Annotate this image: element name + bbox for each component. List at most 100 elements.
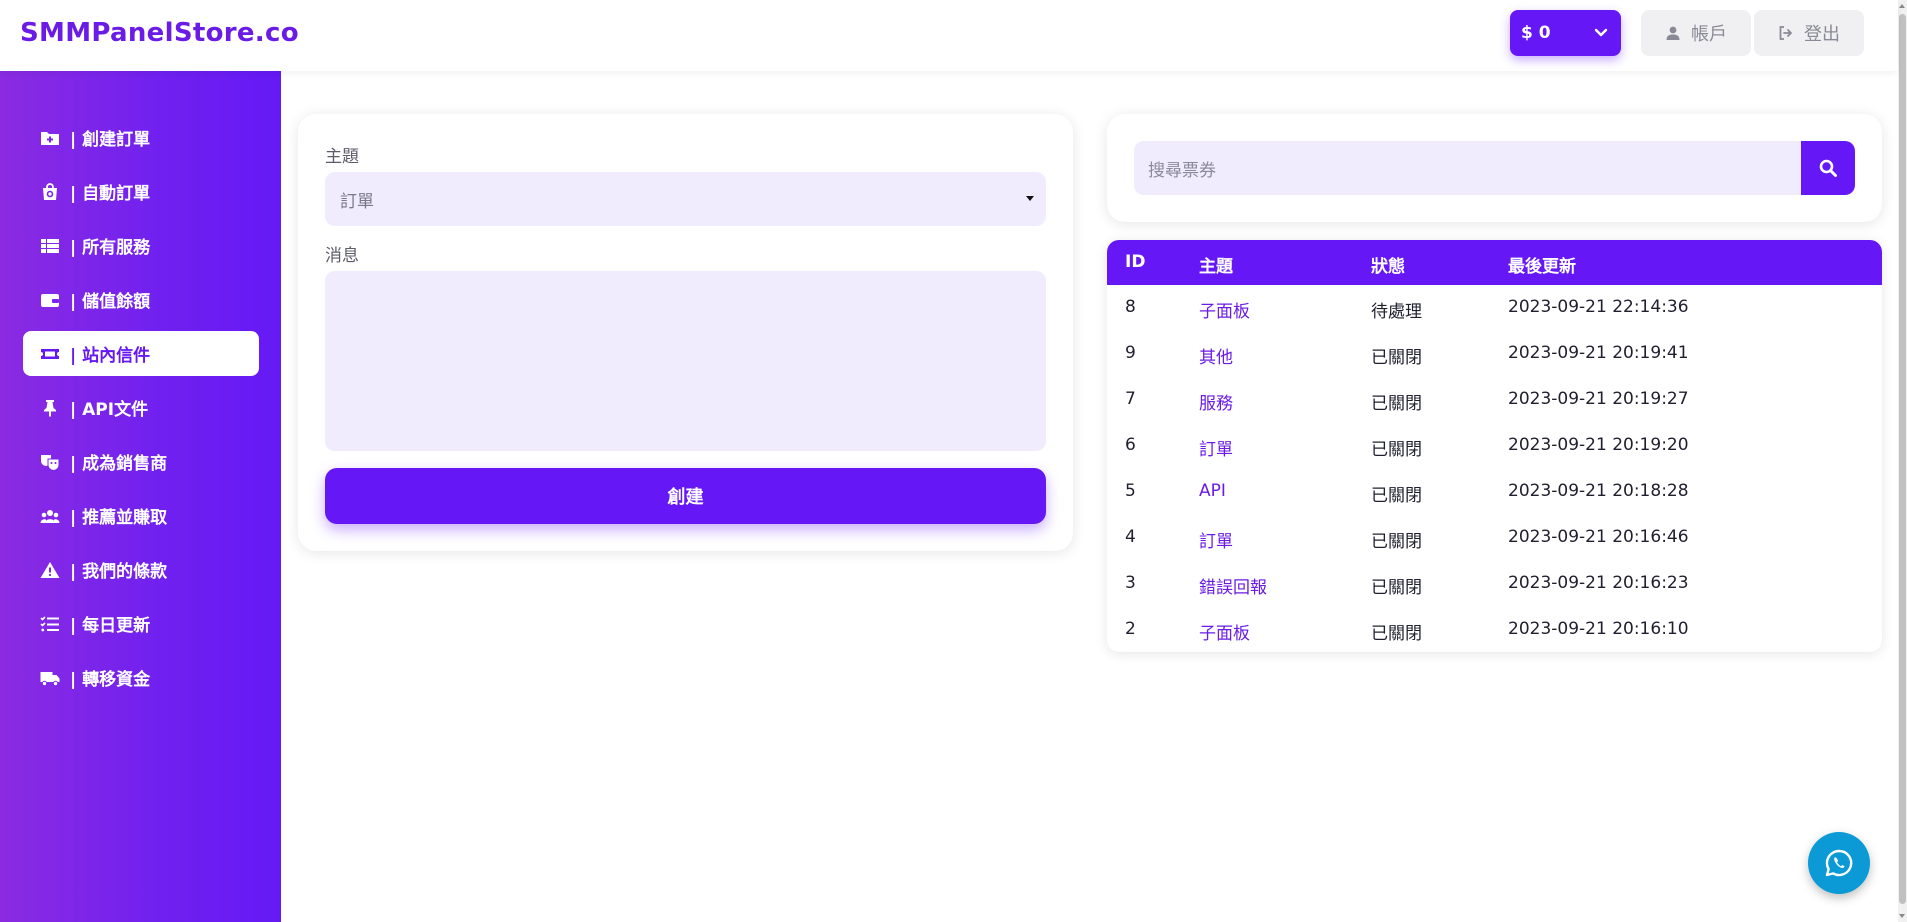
sidebar-item-label: | 站內信件 xyxy=(70,346,151,366)
scrollbar-thumb[interactable] xyxy=(1899,14,1906,904)
sidebar-item-label: | 我們的條款 xyxy=(70,562,168,582)
column-header-last-update: 最後更新 xyxy=(1508,257,1576,277)
sidebar-item-label: | 成為銷售商 xyxy=(70,454,168,474)
wallet-icon xyxy=(41,293,59,307)
ticket-status: 已關閉 xyxy=(1371,532,1422,552)
ticket-id: 6 xyxy=(1125,435,1136,455)
column-header-id: ID xyxy=(1125,252,1146,272)
account-label: 帳戶 xyxy=(1691,24,1727,45)
search-button[interactable] xyxy=(1801,141,1855,195)
sidebar-item-transfer-funds[interactable]: | 轉移資金 xyxy=(23,655,259,700)
sidebar-item-referral[interactable]: | 推薦並賺取 xyxy=(23,493,259,538)
ticket-last-update: 2023-09-21 20:16:23 xyxy=(1508,573,1689,593)
caret-down-icon xyxy=(1026,196,1034,201)
user-icon xyxy=(1666,26,1680,40)
table-row[interactable]: 2 子面板 已關閉 2023-09-21 20:16:10 xyxy=(1107,607,1882,652)
truck-icon xyxy=(40,671,60,686)
ticket-icon xyxy=(41,348,59,359)
sign-out-icon xyxy=(1779,26,1792,40)
list-check-icon xyxy=(40,615,59,631)
brand-logo[interactable]: SMMPanelStore.co xyxy=(20,18,299,48)
ticket-id: 5 xyxy=(1125,481,1136,501)
subject-label: 主題 xyxy=(325,147,359,167)
ticket-last-update: 2023-09-21 22:14:36 xyxy=(1508,297,1689,317)
ticket-status: 已關閉 xyxy=(1371,578,1422,598)
ticket-last-update: 2023-09-21 20:19:20 xyxy=(1508,435,1689,455)
account-button[interactable]: 帳戶 xyxy=(1641,10,1751,56)
balance-dropdown[interactable]: $ 0 xyxy=(1510,10,1621,56)
table-row[interactable]: 6 訂單 已關閉 2023-09-21 20:19:20 xyxy=(1107,423,1882,469)
create-ticket-button[interactable]: 創建 xyxy=(325,468,1046,524)
shopping-bag-icon xyxy=(43,182,57,200)
ticket-last-update: 2023-09-21 20:16:46 xyxy=(1508,527,1689,547)
chevron-down-icon xyxy=(1594,28,1608,37)
table-header: ID 主題 狀態 最後更新 xyxy=(1107,240,1882,285)
table-row[interactable]: 4 訂單 已關閉 2023-09-21 20:16:46 xyxy=(1107,515,1882,561)
ticket-subject-link[interactable]: 錯誤回報 xyxy=(1199,573,1267,598)
pin-icon xyxy=(44,399,56,416)
masks-icon xyxy=(41,454,60,471)
table-icon xyxy=(41,238,59,253)
message-textarea[interactable] xyxy=(325,271,1046,451)
ticket-subject-link[interactable]: 訂單 xyxy=(1199,527,1233,552)
table-row[interactable]: 3 錯誤回報 已關閉 2023-09-21 20:16:23 xyxy=(1107,561,1882,607)
ticket-id: 3 xyxy=(1125,573,1136,593)
search-input[interactable]: 搜尋票券 xyxy=(1134,141,1803,195)
subject-select[interactable]: 訂單 xyxy=(325,172,1046,226)
logout-button[interactable]: 登出 xyxy=(1754,10,1864,56)
ticket-status: 已關閉 xyxy=(1371,486,1422,506)
search-placeholder: 搜尋票券 xyxy=(1148,160,1216,181)
whatsapp-chat-button[interactable] xyxy=(1808,832,1870,894)
search-icon xyxy=(1819,159,1837,177)
ticket-subject-link[interactable]: 子面板 xyxy=(1199,297,1250,322)
message-label: 消息 xyxy=(325,246,359,266)
users-icon xyxy=(40,509,60,523)
ticket-last-update: 2023-09-21 20:18:28 xyxy=(1508,481,1689,501)
sidebar: | 創建訂單 | 自動訂單 | 所有服務 | 儲值餘額 | 站內信件 | API… xyxy=(0,71,281,922)
ticket-status: 已關閉 xyxy=(1371,624,1422,644)
sidebar-item-add-funds[interactable]: | 儲值餘額 xyxy=(23,277,259,322)
ticket-id: 9 xyxy=(1125,343,1136,363)
sidebar-item-terms[interactable]: | 我們的條款 xyxy=(23,547,259,592)
sidebar-item-label: | API文件 xyxy=(70,400,149,420)
sidebar-item-label: | 創建訂單 xyxy=(70,130,151,150)
ticket-subject-link[interactable]: API xyxy=(1199,481,1226,501)
table-row[interactable]: 5 API 已關閉 2023-09-21 20:18:28 xyxy=(1107,469,1882,515)
scroll-up-arrow-icon[interactable] xyxy=(1899,4,1905,8)
ticket-subject-link[interactable]: 子面板 xyxy=(1199,619,1250,644)
ticket-id: 2 xyxy=(1125,619,1136,639)
sidebar-item-create-order[interactable]: | 創建訂單 xyxy=(23,115,259,160)
ticket-id: 8 xyxy=(1125,297,1136,317)
folder-plus-icon xyxy=(41,131,59,145)
sidebar-item-label: | 自動訂單 xyxy=(70,184,151,204)
subject-selected-value: 訂單 xyxy=(340,191,374,212)
ticket-status: 已關閉 xyxy=(1371,394,1422,414)
ticket-subject-link[interactable]: 服務 xyxy=(1199,389,1233,414)
sidebar-item-tickets[interactable]: | 站內信件 xyxy=(23,331,259,376)
sidebar-item-label: | 轉移資金 xyxy=(70,670,151,690)
sidebar-item-reseller[interactable]: | 成為銷售商 xyxy=(23,439,259,484)
balance-amount: $ 0 xyxy=(1521,23,1551,43)
page-scrollbar[interactable] xyxy=(1898,0,1907,922)
ticket-status: 已關閉 xyxy=(1371,440,1422,460)
whatsapp-icon xyxy=(1825,849,1853,877)
new-ticket-card: 主題 訂單 消息 創建 xyxy=(298,114,1073,551)
ticket-last-update: 2023-09-21 20:16:10 xyxy=(1508,619,1689,639)
tickets-table: ID 主題 狀態 最後更新 8 子面板 待處理 2023-09-21 22:14… xyxy=(1107,240,1882,652)
table-row[interactable]: 7 服務 已關閉 2023-09-21 20:19:27 xyxy=(1107,377,1882,423)
ticket-subject-link[interactable]: 其他 xyxy=(1199,343,1233,368)
top-bar: SMMPanelStore.co $ 0 帳戶 登出 xyxy=(0,0,1898,71)
sidebar-item-api[interactable]: | API文件 xyxy=(23,385,259,430)
table-row[interactable]: 8 子面板 待處理 2023-09-21 22:14:36 xyxy=(1107,285,1882,331)
ticket-subject-link[interactable]: 訂單 xyxy=(1199,435,1233,460)
scroll-down-arrow-icon[interactable] xyxy=(1899,914,1905,918)
sidebar-item-updates[interactable]: | 每日更新 xyxy=(23,601,259,646)
sidebar-item-auto-order[interactable]: | 自動訂單 xyxy=(23,169,259,214)
table-row[interactable]: 9 其他 已關閉 2023-09-21 20:19:41 xyxy=(1107,331,1882,377)
sidebar-item-label: | 每日更新 xyxy=(70,616,151,636)
ticket-status: 已關閉 xyxy=(1371,348,1422,368)
ticket-id: 7 xyxy=(1125,389,1136,409)
ticket-last-update: 2023-09-21 20:19:41 xyxy=(1508,343,1689,363)
logout-label: 登出 xyxy=(1804,24,1840,45)
sidebar-item-all-services[interactable]: | 所有服務 xyxy=(23,223,259,268)
